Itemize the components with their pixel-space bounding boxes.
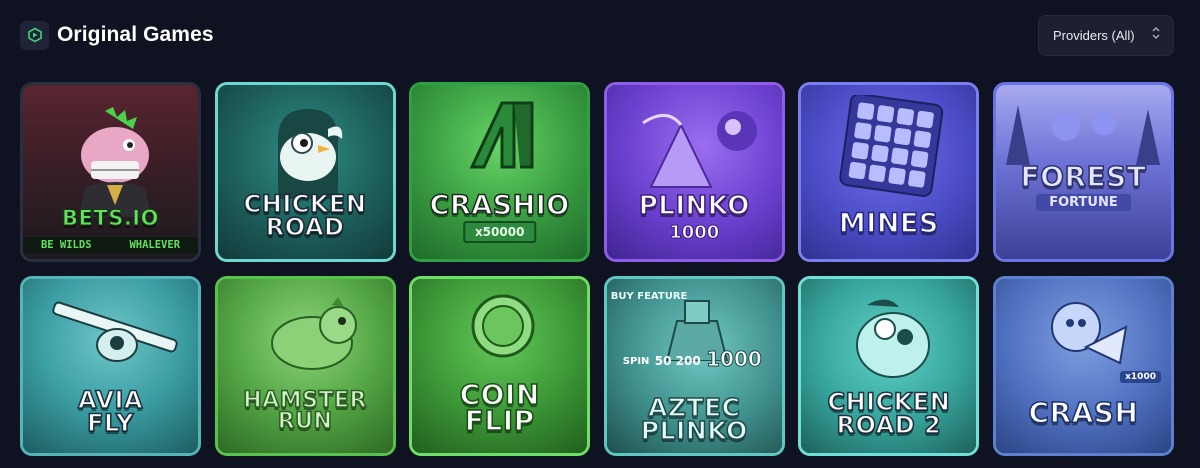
mines-board-image — [835, 93, 947, 199]
game-logo: CRASH — [1028, 396, 1139, 430]
page-title: Original Games — [57, 23, 214, 46]
game-card-crash[interactable]: x1000 CRASH — [992, 276, 1174, 456]
game-logo-line2: FLY — [86, 409, 134, 438]
game-logo: FOREST — [1020, 160, 1147, 194]
mascot-image — [837, 289, 947, 389]
crashio-emblem — [464, 97, 540, 177]
section-header: Original Games Providers (All) — [20, 14, 1174, 56]
game-logo: CHICKEN ROAD — [218, 192, 393, 242]
game-logo: COIN FLIP — [412, 380, 587, 438]
plane-image — [45, 293, 185, 383]
game-card-betsio[interactable]: BETS.IO BE WILDS WHALEVER — [20, 82, 201, 262]
mascot-image — [258, 99, 358, 199]
game-logo: CHICKEN ROAD 2 — [801, 390, 976, 440]
game-card-mines[interactable]: MINES — [798, 82, 980, 262]
game-logo: CRASHIO — [429, 190, 570, 222]
games-grid: BETS.IO BE WILDS WHALEVER CHICKEN ROAD C… — [20, 82, 1174, 456]
game-logo: PLINKO — [638, 191, 750, 222]
game-logo: BETS.IO — [62, 206, 159, 231]
multiplier-badge: x1000 — [1120, 371, 1161, 383]
multiplier-values: 50 200 — [654, 354, 701, 368]
game-logo: MINES — [838, 208, 939, 240]
hamster-image — [252, 295, 362, 375]
game-logo-sub: FORTUNE — [1035, 194, 1131, 211]
game-card-aztec-plinko[interactable]: BUY FEATURE SPIN 50 200 1000 AZTEC PLINK… — [603, 276, 785, 456]
coin-image — [468, 291, 538, 361]
forest-trees-image — [996, 95, 1171, 165]
providers-select-label: Providers (All) — [1053, 27, 1135, 43]
game-logo: HAMSTER RUN — [218, 389, 393, 435]
game-card-crashio[interactable]: CRASHIO x50000 — [409, 82, 591, 262]
pyramid-image — [637, 103, 761, 193]
game-card-coin-flip[interactable]: COIN FLIP — [409, 276, 591, 456]
games-cube-icon — [20, 20, 49, 50]
game-logo-line2: ROAD 2 — [836, 411, 942, 440]
game-card-chicken-road-2[interactable]: CHICKEN ROAD 2 — [798, 276, 980, 456]
game-ticker: BE WILDS WHALEVER — [23, 237, 198, 253]
game-logo: AZTEC PLINKO — [607, 394, 782, 446]
big-multiplier: 1000 — [706, 347, 763, 372]
game-card-forest-fortune[interactable]: FOREST FORTUNE — [992, 82, 1174, 262]
game-card-hamster-run[interactable]: HAMSTER RUN — [214, 276, 396, 456]
chevron-updown-icon — [1151, 26, 1161, 45]
game-card-chicken-road[interactable]: CHICKEN ROAD — [214, 82, 396, 262]
spin-label: SPIN — [622, 356, 650, 367]
mascot-image — [67, 107, 159, 217]
game-logo-line2: PLINKO — [640, 416, 748, 446]
game-logo-line2: FLIP — [464, 404, 535, 438]
game-logo-line2: RUN — [277, 409, 333, 435]
game-logo: AVIA FLY — [23, 388, 198, 438]
game-logo-line2: ROAD — [265, 213, 345, 242]
game-card-plinko-1000[interactable]: PLINKO 1000 — [603, 82, 785, 262]
providers-select[interactable]: Providers (All) — [1038, 14, 1174, 56]
game-logo-sub: 1000 — [669, 222, 720, 244]
multiplier-badge: x50000 — [462, 221, 537, 243]
title-group: Original Games — [20, 20, 214, 50]
game-card-avia-fly[interactable]: AVIA FLY — [20, 276, 201, 456]
